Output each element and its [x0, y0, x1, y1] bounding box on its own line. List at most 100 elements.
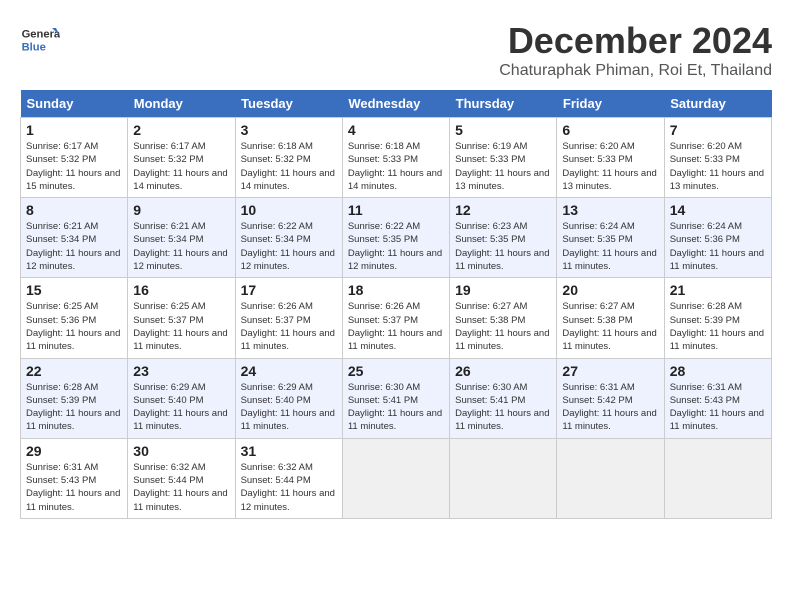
- day-number: 27: [562, 363, 658, 379]
- day-number: 10: [241, 202, 337, 218]
- title-area: December 2024 Chaturaphak Phiman, Roi Et…: [499, 20, 772, 80]
- calendar-cell: 25 Sunrise: 6:30 AMSunset: 5:41 PMDayligh…: [342, 358, 449, 438]
- calendar-cell: 16Sunrise: 6:25 AMSunset: 5:37 PMDayligh…: [128, 278, 235, 358]
- calendar-cell: 2Sunrise: 6:17 AMSunset: 5:32 PMDaylight…: [128, 118, 235, 198]
- calendar-cell: [557, 438, 664, 518]
- day-info: Sunrise: 6:24 AMSunset: 5:36 PMDaylight:…: [670, 220, 766, 273]
- calendar-cell: 22Sunrise: 6:28 AMSunset: 5:39 PMDayligh…: [21, 358, 128, 438]
- header: General Blue December 2024 Chaturaphak P…: [20, 20, 772, 80]
- month-title: December 2024: [499, 20, 772, 62]
- calendar-cell: [450, 438, 557, 518]
- calendar-cell: 6 Sunrise: 6:20 AMSunset: 5:33 PMDaylight…: [557, 118, 664, 198]
- day-number: 13: [562, 202, 658, 218]
- calendar-cell: 7Sunrise: 6:20 AMSunset: 5:33 PMDaylight…: [664, 118, 771, 198]
- calendar-week-5: 29Sunrise: 6:31 AMSunset: 5:43 PMDayligh…: [21, 438, 772, 518]
- logo-icon: General Blue: [20, 20, 60, 60]
- day-info: Sunrise: 6:25 AMSunset: 5:37 PMDaylight:…: [133, 300, 229, 353]
- day-info: Sunrise: 6:31 AMSunset: 5:42 PMDaylight:…: [562, 381, 658, 434]
- calendar-week-3: 15 Sunrise: 6:25 AMSunset: 5:36 PMDayligh…: [21, 278, 772, 358]
- calendar-cell: 26Sunrise: 6:30 AMSunset: 5:41 PMDayligh…: [450, 358, 557, 438]
- calendar-cell: 8Sunrise: 6:21 AMSunset: 5:34 PMDaylight…: [21, 198, 128, 278]
- day-number: 9: [133, 202, 229, 218]
- day-number: 25: [348, 363, 444, 379]
- calendar-cell: 4 Sunrise: 6:18 AMSunset: 5:33 PMDaylight…: [342, 118, 449, 198]
- calendar-cell: 14 Sunrise: 6:24 AMSunset: 5:36 PMDayligh…: [664, 198, 771, 278]
- calendar-cell: 28 Sunrise: 6:31 AMSunset: 5:43 PMDayligh…: [664, 358, 771, 438]
- col-wednesday: Wednesday: [342, 90, 449, 118]
- calendar-week-1: 1 Sunrise: 6:17 AMSunset: 5:32 PMDaylight…: [21, 118, 772, 198]
- calendar-cell: [664, 438, 771, 518]
- day-number: 21: [670, 282, 766, 298]
- location-subtitle: Chaturaphak Phiman, Roi Et, Thailand: [499, 62, 772, 80]
- calendar-cell: 9 Sunrise: 6:21 AMSunset: 5:34 PMDaylight…: [128, 198, 235, 278]
- logo: General Blue: [20, 20, 64, 60]
- day-info: Sunrise: 6:30 AMSunset: 5:41 PMDaylight:…: [348, 381, 444, 434]
- calendar-cell: 3 Sunrise: 6:18 AMSunset: 5:32 PMDaylight…: [235, 118, 342, 198]
- day-info: Sunrise: 6:31 AMSunset: 5:43 PMDaylight:…: [670, 381, 766, 434]
- calendar-cell: 10 Sunrise: 6:22 AMSunset: 5:34 PMDayligh…: [235, 198, 342, 278]
- day-number: 19: [455, 282, 551, 298]
- day-number: 24: [241, 363, 337, 379]
- day-info: Sunrise: 6:21 AMSunset: 5:34 PMDaylight:…: [133, 220, 229, 273]
- calendar-cell: 23 Sunrise: 6:29 AMSunset: 5:40 PMDayligh…: [128, 358, 235, 438]
- col-saturday: Saturday: [664, 90, 771, 118]
- col-sunday: Sunday: [21, 90, 128, 118]
- col-friday: Friday: [557, 90, 664, 118]
- day-number: 29: [26, 443, 122, 459]
- day-number: 18: [348, 282, 444, 298]
- day-info: Sunrise: 6:26 AMSunset: 5:37 PMDaylight:…: [241, 300, 337, 353]
- calendar-cell: 13 Sunrise: 6:24 AMSunset: 5:35 PMDayligh…: [557, 198, 664, 278]
- day-number: 14: [670, 202, 766, 218]
- day-info: Sunrise: 6:29 AMSunset: 5:40 PMDaylight:…: [133, 381, 229, 434]
- calendar-cell: 5 Sunrise: 6:19 AMSunset: 5:33 PMDaylight…: [450, 118, 557, 198]
- calendar-week-4: 22Sunrise: 6:28 AMSunset: 5:39 PMDayligh…: [21, 358, 772, 438]
- svg-text:General: General: [22, 29, 60, 41]
- calendar-cell: 31 Sunrise: 6:32 AMSunset: 5:44 PMDayligh…: [235, 438, 342, 518]
- day-info: Sunrise: 6:27 AMSunset: 5:38 PMDaylight:…: [562, 300, 658, 353]
- calendar-cell: 24Sunrise: 6:29 AMSunset: 5:40 PMDayligh…: [235, 358, 342, 438]
- day-info: Sunrise: 6:25 AMSunset: 5:36 PMDaylight:…: [26, 300, 122, 353]
- calendar-cell: 20 Sunrise: 6:27 AMSunset: 5:38 PMDayligh…: [557, 278, 664, 358]
- day-info: Sunrise: 6:18 AMSunset: 5:33 PMDaylight:…: [348, 140, 444, 193]
- day-number: 26: [455, 363, 551, 379]
- calendar-table: Sunday Monday Tuesday Wednesday Thursday…: [20, 90, 772, 519]
- day-number: 11: [348, 202, 444, 218]
- day-number: 31: [241, 443, 337, 459]
- day-info: Sunrise: 6:18 AMSunset: 5:32 PMDaylight:…: [241, 140, 337, 193]
- day-number: 5: [455, 122, 551, 138]
- day-number: 17: [241, 282, 337, 298]
- day-number: 28: [670, 363, 766, 379]
- day-number: 3: [241, 122, 337, 138]
- day-number: 12: [455, 202, 551, 218]
- day-info: Sunrise: 6:32 AMSunset: 5:44 PMDaylight:…: [133, 461, 229, 514]
- col-thursday: Thursday: [450, 90, 557, 118]
- day-number: 1: [26, 122, 122, 138]
- day-number: 20: [562, 282, 658, 298]
- day-info: Sunrise: 6:19 AMSunset: 5:33 PMDaylight:…: [455, 140, 551, 193]
- day-info: Sunrise: 6:22 AMSunset: 5:35 PMDaylight:…: [348, 220, 444, 273]
- day-info: Sunrise: 6:17 AMSunset: 5:32 PMDaylight:…: [26, 140, 122, 193]
- calendar-cell: 15 Sunrise: 6:25 AMSunset: 5:36 PMDayligh…: [21, 278, 128, 358]
- day-info: Sunrise: 6:32 AMSunset: 5:44 PMDaylight:…: [241, 461, 337, 514]
- day-number: 30: [133, 443, 229, 459]
- day-number: 4: [348, 122, 444, 138]
- calendar-cell: 12Sunrise: 6:23 AMSunset: 5:35 PMDayligh…: [450, 198, 557, 278]
- col-monday: Monday: [128, 90, 235, 118]
- day-info: Sunrise: 6:22 AMSunset: 5:34 PMDaylight:…: [241, 220, 337, 273]
- day-info: Sunrise: 6:28 AMSunset: 5:39 PMDaylight:…: [670, 300, 766, 353]
- day-number: 6: [562, 122, 658, 138]
- day-number: 15: [26, 282, 122, 298]
- day-number: 8: [26, 202, 122, 218]
- calendar-cell: 11 Sunrise: 6:22 AMSunset: 5:35 PMDayligh…: [342, 198, 449, 278]
- calendar-cell: 27 Sunrise: 6:31 AMSunset: 5:42 PMDayligh…: [557, 358, 664, 438]
- calendar-cell: 30 Sunrise: 6:32 AMSunset: 5:44 PMDayligh…: [128, 438, 235, 518]
- calendar-cell: 1 Sunrise: 6:17 AMSunset: 5:32 PMDaylight…: [21, 118, 128, 198]
- day-number: 23: [133, 363, 229, 379]
- calendar-cell: 18Sunrise: 6:26 AMSunset: 5:37 PMDayligh…: [342, 278, 449, 358]
- day-info: Sunrise: 6:24 AMSunset: 5:35 PMDaylight:…: [562, 220, 658, 273]
- svg-text:Blue: Blue: [22, 41, 46, 53]
- day-number: 22: [26, 363, 122, 379]
- day-number: 2: [133, 122, 229, 138]
- header-row: Sunday Monday Tuesday Wednesday Thursday…: [21, 90, 772, 118]
- day-info: Sunrise: 6:20 AMSunset: 5:33 PMDaylight:…: [562, 140, 658, 193]
